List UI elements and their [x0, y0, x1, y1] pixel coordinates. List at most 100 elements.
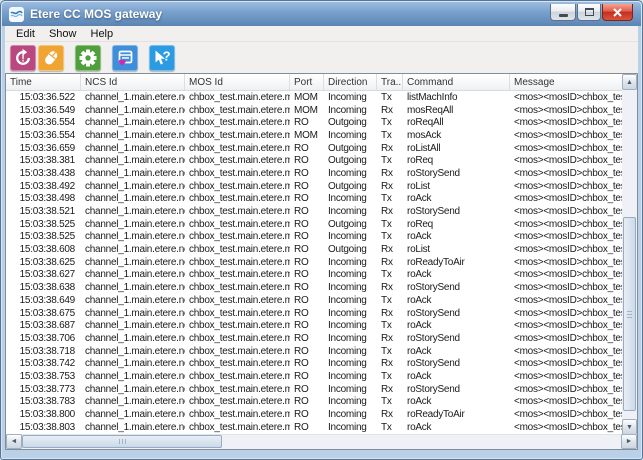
menu-item-edit[interactable]: Edit: [9, 27, 42, 41]
cell-tra: Rx: [377, 105, 403, 116]
mouse-button[interactable]: [38, 45, 64, 71]
cell-ncsid: channel_1.main.etere.ncs: [81, 92, 185, 103]
cell-time: 15:03:38.783: [6, 396, 81, 407]
cell-port: RO: [290, 117, 324, 128]
column-header-ncsid[interactable]: NCS Id: [81, 74, 185, 90]
table-row[interactable]: 15:03:36.554channel_1.main.etere.ncschbo…: [6, 116, 624, 129]
table-row[interactable]: 15:03:38.608channel_1.main.etere.ncschbo…: [6, 243, 624, 256]
table-row[interactable]: 15:03:38.438channel_1.main.etere.ncschbo…: [6, 167, 624, 180]
minimize-icon: [559, 14, 568, 17]
column-header-time[interactable]: Time: [6, 74, 81, 90]
cell-time: 15:03:36.659: [6, 143, 81, 154]
title-bar[interactable]: Etere CC MOS gateway: [2, 2, 641, 26]
table-row[interactable]: 15:03:38.803channel_1.main.etere.ncschbo…: [6, 421, 624, 434]
refresh-alert-button[interactable]: !: [10, 45, 36, 71]
cell-ncsid: channel_1.main.etere.ncs: [81, 422, 185, 433]
close-button[interactable]: [602, 4, 633, 21]
cell-ncsid: channel_1.main.etere.ncs: [81, 117, 185, 128]
table-row[interactable]: 15:03:36.554channel_1.main.etere.ncschbo…: [6, 129, 624, 142]
column-header-mosid[interactable]: MOS Id: [185, 74, 290, 90]
table-row[interactable]: 15:03:38.687channel_1.main.etere.ncschbo…: [6, 319, 624, 332]
table-row[interactable]: 15:03:36.659channel_1.main.etere.ncschbo…: [6, 142, 624, 155]
column-header-tra[interactable]: Tra...: [377, 74, 403, 90]
help-pointer-icon: ?: [152, 48, 172, 68]
maximize-icon: [585, 8, 594, 16]
scroll-up-button[interactable]: ▲: [622, 74, 637, 90]
table-row[interactable]: 15:03:38.627channel_1.main.etere.ncschbo…: [6, 269, 624, 282]
cell-tra: Rx: [377, 308, 403, 319]
table-row[interactable]: 15:03:36.522channel_1.main.etere.ncschbo…: [6, 91, 624, 104]
table-row[interactable]: 15:03:38.706channel_1.main.etere.ncschbo…: [6, 332, 624, 345]
table-row[interactable]: 15:03:38.753channel_1.main.etere.ncschbo…: [6, 370, 624, 383]
table-row[interactable]: 15:03:38.521channel_1.main.etere.ncschbo…: [6, 205, 624, 218]
menu-item-show[interactable]: Show: [42, 27, 84, 41]
table-row[interactable]: 15:03:38.525channel_1.main.etere.ncschbo…: [6, 231, 624, 244]
cell-tra: Rx: [377, 384, 403, 395]
settings-button[interactable]: [75, 45, 101, 71]
cell-mosid: chbox_test.main.etere.m...: [185, 320, 290, 331]
maximize-button[interactable]: [577, 4, 601, 21]
cell-message: <mos><mosID>chbox_test.main.: [510, 105, 624, 116]
cell-tra: Tx: [377, 231, 403, 242]
minimize-button[interactable]: [550, 4, 576, 21]
cell-port: RO: [290, 396, 324, 407]
table-row[interactable]: 15:03:38.498channel_1.main.etere.ncschbo…: [6, 193, 624, 206]
cell-ncsid: channel_1.main.etere.ncs: [81, 295, 185, 306]
table-row[interactable]: 15:03:38.675channel_1.main.etere.ncschbo…: [6, 307, 624, 320]
scroll-right-button[interactable]: ►: [621, 434, 637, 449]
close-icon: [613, 8, 622, 17]
table-row[interactable]: 15:03:38.381channel_1.main.etere.ncschbo…: [6, 154, 624, 167]
cell-mosid: chbox_test.main.etere.m...: [185, 155, 290, 166]
column-header-port[interactable]: Port: [290, 74, 324, 90]
window-favorites-button[interactable]: [112, 45, 138, 71]
table-row[interactable]: 15:03:38.625channel_1.main.etere.ncschbo…: [6, 256, 624, 269]
cell-mosid: chbox_test.main.etere.m...: [185, 371, 290, 382]
cell-message: <mos><mosID>chbox_test.main.: [510, 143, 624, 154]
cell-port: MOM: [290, 130, 324, 141]
cell-command: mosAck: [403, 130, 510, 141]
vertical-scroll-thumb[interactable]: [623, 217, 636, 411]
cell-time: 15:03:38.718: [6, 346, 81, 357]
cell-mosid: chbox_test.main.etere.m...: [185, 346, 290, 357]
table-row[interactable]: 15:03:38.638channel_1.main.etere.ncschbo…: [6, 281, 624, 294]
etere-logo-icon[interactable]: [9, 7, 24, 22]
cell-time: 15:03:38.675: [6, 308, 81, 319]
scroll-down-button[interactable]: ▼: [622, 419, 637, 435]
cell-mosid: chbox_test.main.etere.m...: [185, 409, 290, 420]
cell-time: 15:03:38.381: [6, 155, 81, 166]
window-title: Etere CC MOS gateway: [30, 7, 162, 21]
context-help-button[interactable]: ?: [149, 45, 175, 71]
table-row[interactable]: 15:03:38.742channel_1.main.etere.ncschbo…: [6, 357, 624, 370]
cell-port: RO: [290, 206, 324, 217]
cell-port: RO: [290, 409, 324, 420]
cell-direction: Incoming: [324, 371, 377, 382]
cell-tra: Tx: [377, 295, 403, 306]
table-row[interactable]: 15:03:38.649channel_1.main.etere.ncschbo…: [6, 294, 624, 307]
table-row[interactable]: 15:03:38.800channel_1.main.etere.ncschbo…: [6, 408, 624, 421]
cell-direction: Incoming: [324, 282, 377, 293]
table-row[interactable]: 15:03:38.525channel_1.main.etere.ncschbo…: [6, 218, 624, 231]
cell-time: 15:03:38.706: [6, 333, 81, 344]
table-row[interactable]: 15:03:38.718channel_1.main.etere.ncschbo…: [6, 345, 624, 358]
cell-tra: Rx: [377, 143, 403, 154]
table-row[interactable]: 15:03:38.773channel_1.main.etere.ncschbo…: [6, 383, 624, 396]
cell-command: roAck: [403, 346, 510, 357]
cell-message: <mos><mosID>chbox_test.main.: [510, 295, 624, 306]
column-header-command[interactable]: Command: [403, 74, 510, 90]
cell-mosid: chbox_test.main.etere.m...: [185, 117, 290, 128]
column-header-message[interactable]: Message: [510, 74, 624, 90]
table-row[interactable]: 15:03:38.783channel_1.main.etere.ncschbo…: [6, 396, 624, 409]
cell-port: RO: [290, 384, 324, 395]
vertical-scrollbar[interactable]: ▲ ▼: [622, 74, 637, 435]
table-row[interactable]: 15:03:38.492channel_1.main.etere.ncschbo…: [6, 180, 624, 193]
horizontal-scrollbar[interactable]: ◄ ►: [6, 434, 637, 449]
column-header-direction[interactable]: Direction: [324, 74, 377, 90]
table-row[interactable]: 15:03:36.549channel_1.main.etere.ncschbo…: [6, 104, 624, 117]
horizontal-scroll-thumb[interactable]: [22, 435, 222, 448]
scroll-left-button[interactable]: ◄: [6, 434, 22, 449]
cell-direction: Incoming: [324, 206, 377, 217]
cell-message: <mos><mosID>chbox_test.main.: [510, 308, 624, 319]
app-window: Etere CC MOS gateway EditShowHelp !: [0, 0, 643, 460]
cell-message: <mos><mosID>chbox_test.main.: [510, 333, 624, 344]
menu-item-help[interactable]: Help: [84, 27, 121, 41]
